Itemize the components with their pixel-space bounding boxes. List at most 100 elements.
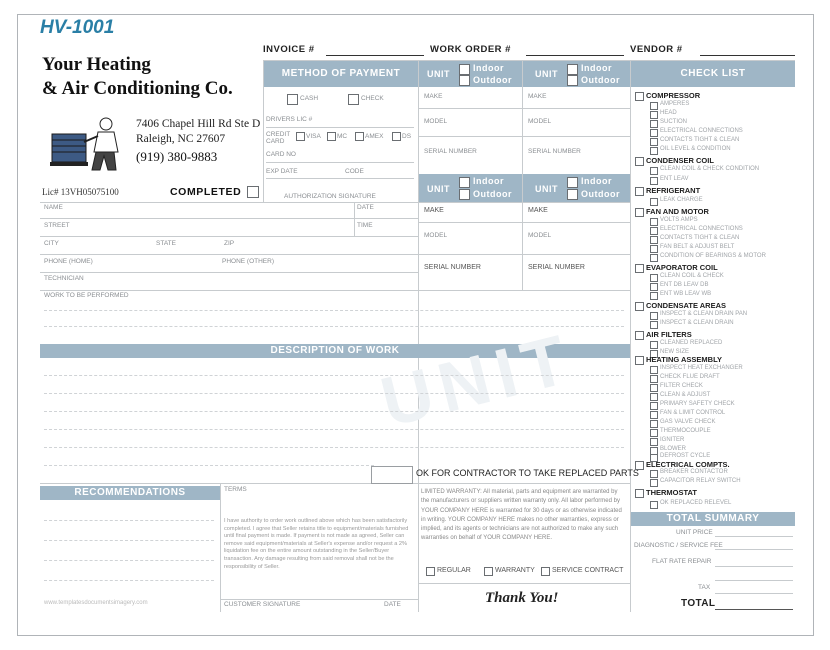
description-line[interactable]	[44, 429, 624, 430]
outdoor-checkbox[interactable]	[459, 189, 470, 200]
checklist-section-checkbox[interactable]	[635, 356, 644, 365]
checklist-item-checkbox[interactable]	[650, 254, 658, 262]
checklist-item-checkbox[interactable]	[650, 292, 658, 300]
description-line[interactable]	[44, 375, 624, 376]
checklist-section-checkbox[interactable]	[635, 302, 644, 311]
checklist-item-checkbox[interactable]	[650, 218, 658, 226]
signature-field[interactable]	[220, 599, 418, 600]
checklist-section-checkbox[interactable]	[635, 187, 644, 196]
cash-checkbox[interactable]	[287, 94, 298, 105]
tax-field[interactable]	[715, 593, 793, 594]
checklist-item-checkbox[interactable]	[650, 227, 658, 235]
checklist-item-checkbox[interactable]	[650, 138, 658, 146]
outdoor-checkbox[interactable]	[459, 75, 470, 86]
checklist-item-checkbox[interactable]	[650, 283, 658, 291]
checklist-item-checkbox[interactable]	[650, 312, 658, 320]
total-field[interactable]	[715, 609, 793, 610]
checklist-item-checkbox[interactable]	[650, 341, 658, 349]
checklist-item-checkbox[interactable]	[650, 375, 658, 383]
checklist-item-checkbox[interactable]	[650, 501, 658, 509]
exp-code-field[interactable]	[266, 178, 414, 179]
make-field[interactable]	[419, 108, 630, 109]
checklist-item-checkbox[interactable]	[650, 402, 658, 410]
checklist-item-checkbox[interactable]	[650, 321, 658, 329]
work-order-field[interactable]	[526, 55, 624, 56]
checklist-section-checkbox[interactable]	[635, 264, 644, 273]
checklist-item-checkbox[interactable]	[650, 120, 658, 128]
checklist-item-checkbox[interactable]	[650, 245, 658, 253]
checklist-section-checkbox[interactable]	[635, 157, 644, 166]
checklist-section-checkbox[interactable]	[635, 331, 644, 340]
company-name-line2: & Air Conditioning Co.	[42, 78, 233, 99]
checklist-item-checkbox[interactable]	[650, 411, 658, 419]
completed-checkbox[interactable]	[247, 186, 259, 198]
indoor-checkbox[interactable]	[459, 64, 470, 75]
indoor-checkbox[interactable]	[459, 177, 470, 188]
checklist-item-checkbox[interactable]	[650, 429, 658, 437]
checklist-item-checkbox[interactable]	[650, 236, 658, 244]
checklist-section-checkbox[interactable]	[635, 208, 644, 217]
checklist-item-checkbox[interactable]	[650, 111, 658, 119]
checklist-item-checkbox[interactable]	[650, 167, 658, 175]
work-line[interactable]	[44, 310, 624, 311]
checklist-item-label: SUCTION	[660, 119, 687, 125]
invoice-field[interactable]	[326, 55, 424, 56]
checklist-item-checkbox[interactable]	[650, 384, 658, 392]
payment-header: METHOD OF PAYMENT	[264, 61, 418, 87]
recommendation-line[interactable]	[44, 580, 214, 581]
phone-field[interactable]	[40, 272, 418, 273]
checklist-item-checkbox[interactable]	[650, 102, 658, 110]
checklist-item-checkbox[interactable]	[650, 366, 658, 374]
checklist-section-checkbox[interactable]	[635, 461, 644, 470]
checklist-section-checkbox[interactable]	[635, 489, 644, 498]
unit-label: UNIT	[535, 184, 558, 194]
checklist-item-checkbox[interactable]	[650, 129, 658, 137]
warranty-checkbox[interactable]	[484, 567, 493, 576]
checklist-item-checkbox[interactable]	[650, 198, 658, 206]
checklist-item-checkbox[interactable]	[650, 479, 658, 487]
recommendation-line[interactable]	[44, 560, 214, 561]
vendor-label: VENDOR #	[630, 44, 683, 55]
visa-checkbox[interactable]	[296, 132, 305, 141]
unit-price-field[interactable]	[715, 536, 793, 537]
checklist-item-checkbox[interactable]	[650, 420, 658, 428]
city-field[interactable]	[40, 254, 418, 255]
mc-checkbox[interactable]	[327, 132, 336, 141]
indoor-checkbox[interactable]	[567, 64, 578, 75]
description-line[interactable]	[44, 465, 374, 466]
checklist-item-checkbox[interactable]	[650, 470, 658, 478]
street-field[interactable]	[40, 236, 418, 237]
outdoor-checkbox[interactable]	[567, 189, 578, 200]
checklist-item-checkbox[interactable]	[650, 438, 658, 446]
make-field[interactable]	[419, 222, 630, 223]
recommendation-line[interactable]	[44, 520, 214, 521]
checklist-item-checkbox[interactable]	[650, 177, 658, 185]
drivers-lic-field[interactable]	[266, 127, 414, 128]
check-checkbox[interactable]	[348, 94, 359, 105]
model-field[interactable]	[419, 136, 630, 137]
extra-field[interactable]	[715, 566, 793, 567]
description-line[interactable]	[44, 393, 624, 394]
ds-checkbox[interactable]	[392, 132, 401, 141]
replaced-parts-box[interactable]	[371, 466, 413, 484]
recommendation-line[interactable]	[44, 540, 214, 541]
model-field[interactable]	[419, 254, 630, 255]
checklist-item-checkbox[interactable]	[650, 147, 658, 155]
diagnostic-fee-field[interactable]	[715, 549, 793, 550]
vendor-field[interactable]	[700, 55, 795, 56]
drivers-lic-label: DRIVERS LIC #	[266, 116, 313, 123]
regular-checkbox[interactable]	[426, 567, 435, 576]
card-no-label: CARD NO	[266, 151, 296, 158]
description-line[interactable]	[44, 411, 624, 412]
name-field[interactable]	[40, 218, 418, 219]
outdoor-checkbox[interactable]	[567, 75, 578, 86]
checklist-section-checkbox[interactable]	[635, 92, 644, 101]
checklist-item-checkbox[interactable]	[650, 393, 658, 401]
checklist-item-checkbox[interactable]	[650, 274, 658, 282]
card-no-field[interactable]	[266, 162, 414, 163]
description-line[interactable]	[44, 447, 624, 448]
flat-rate-field[interactable]	[715, 580, 793, 581]
service-contract-checkbox[interactable]	[541, 567, 550, 576]
amex-checkbox[interactable]	[355, 132, 364, 141]
indoor-checkbox[interactable]	[567, 177, 578, 188]
